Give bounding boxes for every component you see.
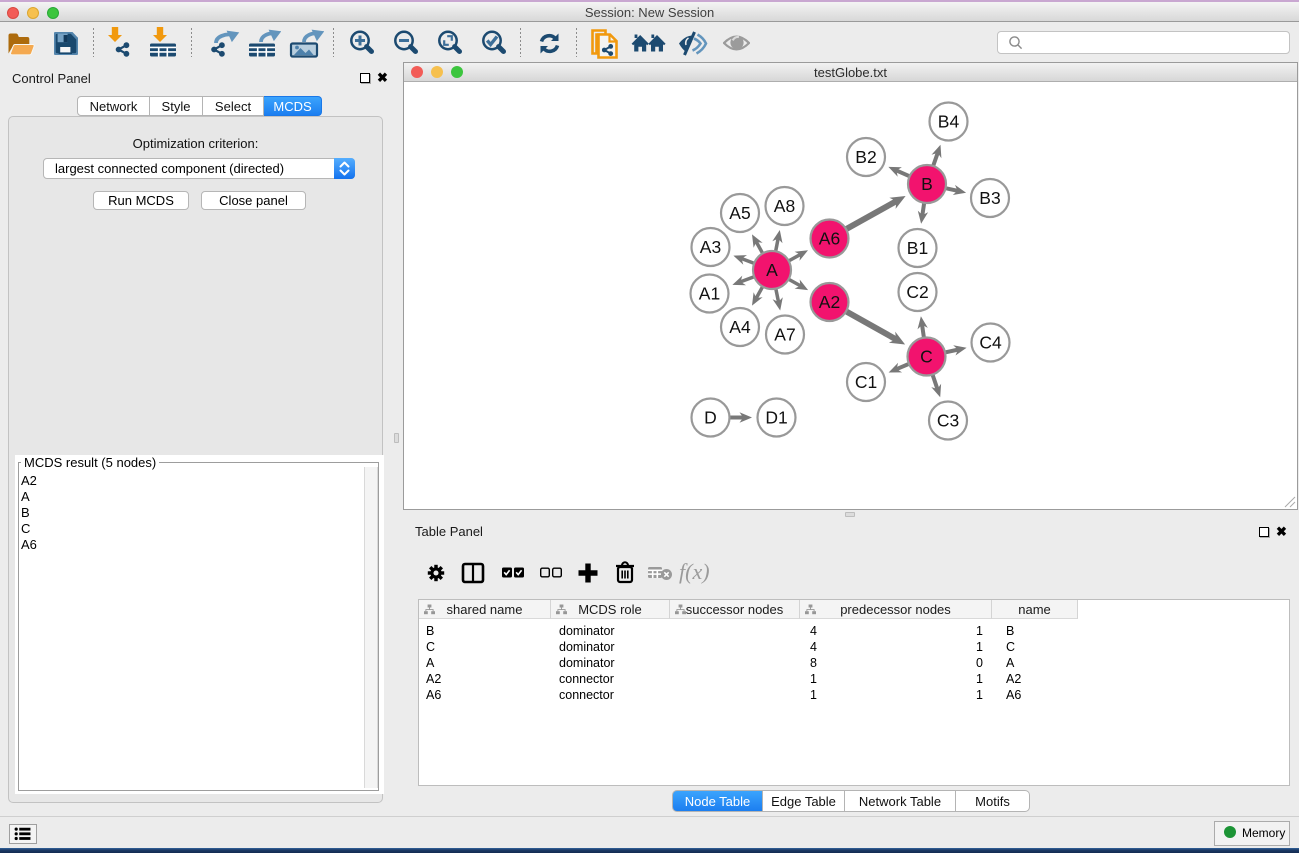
svg-text:A1: A1: [699, 284, 720, 304]
svg-text:B3: B3: [979, 188, 1000, 208]
svg-text:C4: C4: [979, 333, 1002, 353]
svg-text:B1: B1: [907, 238, 928, 258]
svg-text:A3: A3: [700, 237, 721, 257]
svg-text:A6: A6: [819, 229, 840, 249]
svg-text:C2: C2: [906, 282, 928, 302]
svg-text:D1: D1: [765, 408, 787, 428]
svg-text:B4: B4: [938, 112, 960, 132]
svg-text:B2: B2: [855, 147, 876, 167]
svg-text:A5: A5: [729, 203, 750, 223]
svg-text:C: C: [920, 347, 933, 367]
svg-text:A: A: [766, 260, 778, 280]
svg-text:A8: A8: [774, 196, 795, 216]
svg-text:A2: A2: [819, 292, 840, 312]
svg-text:D: D: [704, 408, 717, 428]
svg-text:C3: C3: [937, 411, 959, 431]
svg-text:C1: C1: [855, 372, 877, 392]
svg-text:A7: A7: [774, 325, 795, 345]
svg-text:A4: A4: [729, 317, 751, 337]
svg-text:B: B: [921, 174, 933, 194]
